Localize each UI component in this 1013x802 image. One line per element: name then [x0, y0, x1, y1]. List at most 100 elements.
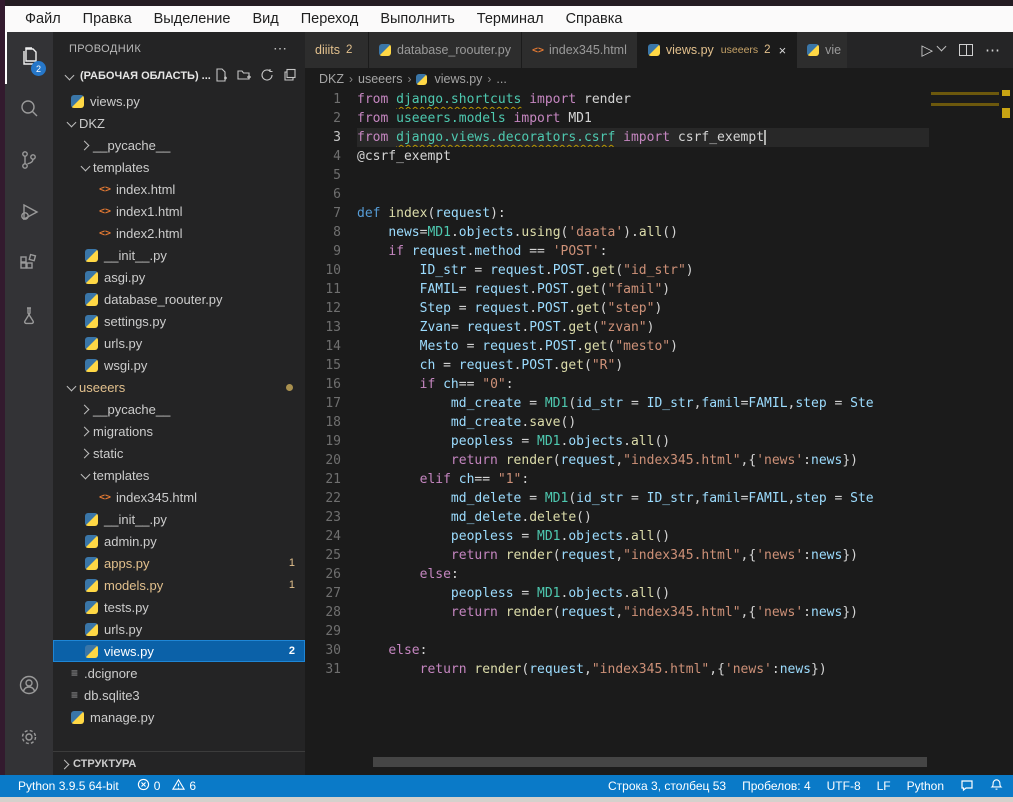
line-number: 29	[305, 622, 357, 641]
status-feedback[interactable]	[960, 778, 974, 795]
tree-item-models.py[interactable]: models.py1	[53, 574, 305, 596]
close-icon[interactable]: ×	[779, 43, 787, 58]
tree-item-admin.py[interactable]: admin.py	[53, 530, 305, 552]
menu-item-Переход[interactable]: Переход	[290, 11, 370, 27]
tree-item-templates[interactable]: templates	[53, 464, 305, 486]
activity-source-control[interactable]	[5, 136, 53, 188]
tree-item-__init__.py[interactable]: __init__.py	[53, 244, 305, 266]
status-language-mode[interactable]: Python	[907, 779, 944, 793]
breadcrumb-item[interactable]: ...	[496, 72, 506, 86]
breadcrumb-item[interactable]: useeers	[358, 72, 402, 86]
tree-item-views.py[interactable]: views.py2	[53, 640, 305, 662]
menu-item-Выделение[interactable]: Выделение	[143, 11, 242, 27]
code-token	[357, 643, 388, 658]
code-line-13: 13 Zvan= request.POST.get("zvan")	[305, 318, 1013, 337]
code-token: ==	[459, 377, 482, 392]
breadcrumb[interactable]: DKZ›useeers›views.py›...	[305, 68, 1013, 90]
tree-item-__init__.py[interactable]: __init__.py	[53, 508, 305, 530]
minimap-line	[931, 248, 999, 251]
tree-item-DKZ[interactable]: DKZ	[53, 112, 305, 134]
code-token: =	[521, 396, 544, 411]
activity-extensions[interactable]	[5, 240, 53, 292]
breadcrumb-item[interactable]: DKZ	[319, 72, 344, 86]
tree-item-db.sqlite3[interactable]: ≡db.sqlite3	[53, 684, 305, 706]
split-editor-icon[interactable]	[959, 44, 973, 56]
run-button[interactable]: ▷	[921, 41, 933, 59]
tree-item-useeers[interactable]: useeers	[53, 376, 305, 398]
code-token: ,{	[741, 548, 757, 563]
code-token: :	[521, 472, 529, 487]
code-token: ==	[521, 244, 552, 259]
explorer-more-icon[interactable]: ⋯	[273, 40, 289, 57]
bell-icon	[990, 778, 1003, 794]
tab-vie[interactable]: vie	[797, 32, 847, 68]
outline-section-header[interactable]: СТРУКТУРА	[53, 751, 305, 775]
menu-item-Выполнить[interactable]: Выполнить	[369, 11, 465, 27]
activity-testing[interactable]	[5, 292, 53, 344]
status-cursor-position[interactable]: Строка 3, столбец 53	[608, 779, 726, 793]
code-token: =	[451, 301, 474, 316]
feedback-icon	[960, 778, 974, 795]
tree-item-templates[interactable]: templates	[53, 156, 305, 178]
tree-item-asgi.py[interactable]: asgi.py	[53, 266, 305, 288]
tree-item-views.py[interactable]: views.py	[53, 90, 305, 112]
code-token: ch	[420, 358, 436, 373]
more-actions-icon[interactable]: ⋯	[985, 41, 1001, 59]
code-line-1: 1from django.shortcuts import render	[305, 90, 1013, 109]
status-notifications[interactable]	[990, 778, 1003, 794]
activity-explorer[interactable]: 2	[5, 32, 53, 84]
menu-item-Файл[interactable]: Файл	[14, 11, 72, 27]
tree-item-apps.py[interactable]: apps.py1	[53, 552, 305, 574]
tree-item-urls.py[interactable]: urls.py	[53, 618, 305, 640]
code-token: MD1	[537, 529, 560, 544]
tree-item-label: index1.html	[116, 204, 182, 219]
tree-item-index1.html[interactable]: <>index1.html	[53, 200, 305, 222]
tree-item-database_roouter.py[interactable]: database_roouter.py	[53, 288, 305, 310]
tab-index345.html[interactable]: <>index345.html	[522, 32, 638, 68]
activity-search[interactable]	[5, 84, 53, 136]
minimap-line	[931, 243, 999, 246]
tree-item-wsgi.py[interactable]: wsgi.py	[53, 354, 305, 376]
new-file-icon[interactable]	[214, 68, 228, 85]
menu-item-Вид[interactable]: Вид	[241, 11, 289, 27]
collapse-all-icon[interactable]	[283, 68, 297, 85]
tree-item-urls.py[interactable]: urls.py	[53, 332, 305, 354]
line-content: md_delete.delete()	[357, 508, 929, 527]
warning-mark	[1002, 90, 1010, 96]
minimap[interactable]	[931, 92, 999, 259]
chevron-down-icon[interactable]	[937, 42, 947, 58]
tree-item-migrations[interactable]: migrations	[53, 420, 305, 442]
tab-views.py[interactable]: views.pyuseeers2×	[638, 32, 797, 68]
horizontal-scrollbar[interactable]	[373, 757, 927, 767]
workspace-section-header[interactable]: (РАБОЧАЯ ОБЛАСТЬ) ...	[53, 65, 305, 87]
refresh-icon[interactable]	[260, 68, 274, 85]
menu-item-Справка[interactable]: Справка	[555, 11, 634, 27]
menu-item-Терминал[interactable]: Терминал	[466, 11, 555, 27]
new-folder-icon[interactable]	[237, 68, 251, 85]
activity-accounts[interactable]	[5, 661, 53, 713]
tree-item-static[interactable]: static	[53, 442, 305, 464]
activity-run-and-debug[interactable]	[5, 188, 53, 240]
breadcrumb-item[interactable]: views.py	[434, 72, 482, 86]
status-eol[interactable]: LF	[877, 779, 891, 793]
chevron-right-icon	[77, 401, 93, 417]
tab-database_roouter.py[interactable]: database_roouter.py	[369, 32, 522, 68]
status-encoding[interactable]: UTF-8	[827, 779, 861, 793]
tree-item-settings.py[interactable]: settings.py	[53, 310, 305, 332]
tree-item-__pycache__[interactable]: __pycache__	[53, 398, 305, 420]
menu-item-Правка[interactable]: Правка	[72, 11, 143, 27]
tree-item-.dcignore[interactable]: ≡.dcignore	[53, 662, 305, 684]
tab-diiits[interactable]: diiits2	[305, 32, 369, 68]
tree-item-manage.py[interactable]: manage.py	[53, 706, 305, 728]
line-number: 31	[305, 660, 357, 679]
tree-item-index345.html[interactable]: <>index345.html	[53, 486, 305, 508]
code-editor[interactable]: 1from django.shortcuts import render2fro…	[305, 90, 1013, 775]
activity-settings[interactable]	[5, 713, 53, 765]
status-python-interpreter[interactable]: Python 3.9.5 64-bit	[18, 779, 119, 793]
tree-item-index.html[interactable]: <>index.html	[53, 178, 305, 200]
tree-item-index2.html[interactable]: <>index2.html	[53, 222, 305, 244]
status-indentation[interactable]: Пробелов: 4	[742, 779, 811, 793]
status-problems[interactable]: 06	[137, 778, 196, 794]
tree-item-tests.py[interactable]: tests.py	[53, 596, 305, 618]
tree-item-__pycache__[interactable]: __pycache__	[53, 134, 305, 156]
